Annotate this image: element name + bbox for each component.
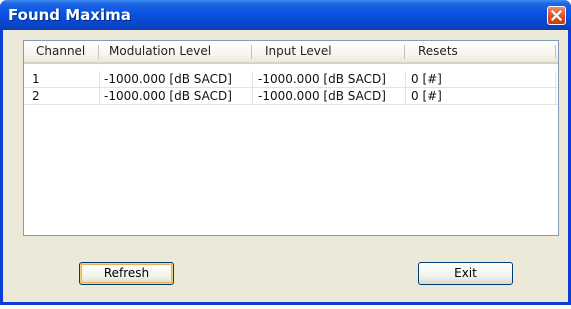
maxima-list-view[interactable]: Channel Modulation Level Input Level Res…: [23, 40, 559, 236]
cell-input-level: -1000.000 [dB SACD]: [258, 72, 386, 86]
table-row[interactable]: 2 -1000.000 [dB SACD] -1000.000 [dB SACD…: [24, 88, 558, 104]
list-header: Channel Modulation Level Input Level Res…: [24, 41, 558, 64]
grid-line: [24, 104, 558, 105]
column-separator[interactable]: [98, 45, 99, 59]
column-header-input-level[interactable]: Input Level: [259, 41, 407, 62]
column-header-channel[interactable]: Channel: [30, 41, 98, 62]
close-button[interactable]: [547, 6, 566, 25]
column-separator[interactable]: [251, 45, 252, 59]
column-separator[interactable]: [555, 45, 556, 59]
column-header-resets[interactable]: Resets: [412, 41, 558, 62]
cell-modulation-level: -1000.000 [dB SACD]: [104, 89, 232, 103]
cell-resets: 0 [#]: [411, 72, 442, 86]
cell-modulation-level: -1000.000 [dB SACD]: [104, 72, 232, 86]
close-icon: [551, 10, 562, 21]
cell-input-level: -1000.000 [dB SACD]: [258, 89, 386, 103]
refresh-button[interactable]: Refresh: [79, 262, 174, 285]
cell-channel: 1: [32, 72, 40, 86]
column-header-modulation-level[interactable]: Modulation Level: [103, 41, 255, 62]
cell-channel: 2: [32, 89, 40, 103]
grid-line: [555, 88, 556, 104]
column-separator[interactable]: [404, 45, 405, 59]
cell-resets: 0 [#]: [411, 89, 442, 103]
grid-line: [555, 71, 556, 87]
title-bar[interactable]: Found Maxima: [0, 0, 571, 30]
table-row[interactable]: 1 -1000.000 [dB SACD] -1000.000 [dB SACD…: [24, 71, 558, 87]
exit-button[interactable]: Exit: [418, 262, 513, 285]
window-title: Found Maxima: [8, 6, 131, 24]
found-maxima-dialog: Found Maxima Channel Modulation Level In…: [0, 0, 571, 305]
